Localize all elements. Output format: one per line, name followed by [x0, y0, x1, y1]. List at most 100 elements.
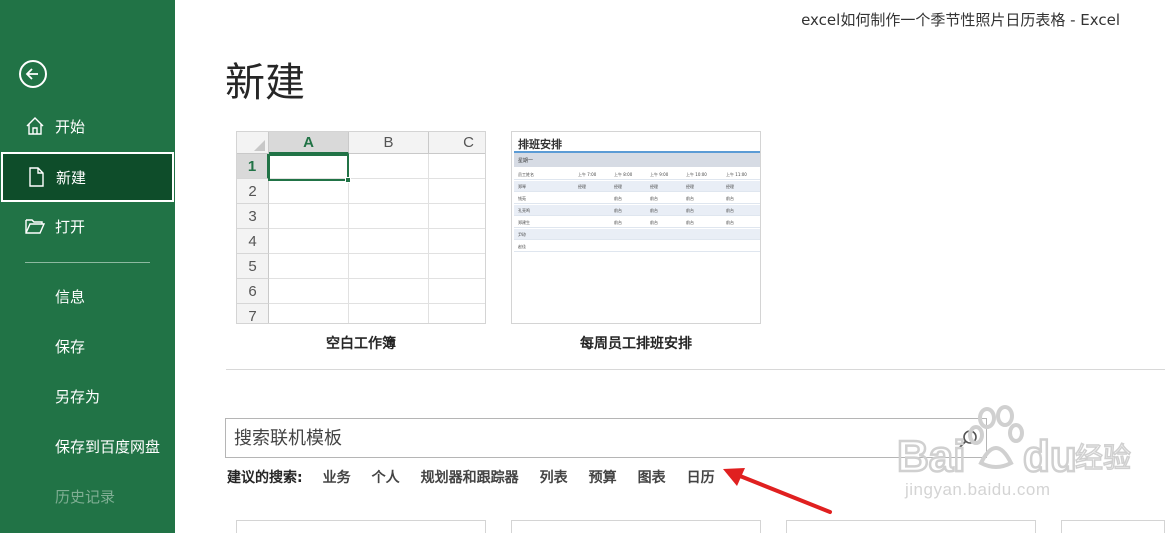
grid-cell [429, 304, 485, 323]
search-icon [959, 430, 977, 448]
suggested-searches-label: 建议的搜索: [227, 470, 303, 486]
suggested-link-planners-trackers[interactable]: 规划器和跟踪器 [421, 467, 519, 487]
schedule-preview-row: 孔亮鸣 前台 前台 前台 前台 [514, 205, 760, 216]
active-cell [268, 154, 349, 181]
sidebar-item-open[interactable]: 打开 [0, 201, 175, 251]
grid-cell [269, 229, 349, 254]
template-tile[interactable] [236, 520, 486, 533]
sidebar-item-label: 保存到百度网盘 [55, 437, 161, 456]
sidebar-item-save-to-baidu-netdisk[interactable]: 保存到百度网盘 [0, 421, 175, 471]
excel-backstage-view: 开始 新建 打开 信息 保存 另存为 保存到百度网盘 历史记录 excel如何制… [0, 0, 1165, 533]
template-caption[interactable]: 空白工作簿 [236, 333, 486, 353]
sidebar-item-label: 历史记录 [55, 487, 116, 506]
open-folder-icon [25, 219, 46, 234]
grid-cell [269, 304, 349, 323]
schedule-preview-cell: 上午 7:00 [578, 172, 597, 177]
schedule-preview-cell: 郑琴 [518, 184, 526, 189]
sidebar-item-label: 开始 [55, 117, 86, 136]
svg-text:du: du [1023, 432, 1077, 481]
watermark-url: jingyan.baidu.com [905, 480, 1051, 499]
schedule-preview-title: 排班安排 [518, 138, 562, 151]
grid-cell [349, 304, 429, 323]
column-header: B [349, 132, 429, 154]
back-button[interactable] [19, 60, 47, 88]
suggested-link-charts[interactable]: 图表 [638, 467, 666, 487]
fill-handle [345, 177, 351, 183]
grid-cell [429, 204, 485, 229]
grid-cell [429, 254, 485, 279]
schedule-preview-cell: 前台 [650, 220, 658, 225]
schedule-preview-cell: 经理 [650, 184, 658, 189]
schedule-preview-row: 赵佳 [514, 241, 760, 252]
grid-cell [349, 204, 429, 229]
schedule-preview-cell: 经理 [578, 184, 586, 189]
schedule-preview-cell: 上午 11:00 [726, 172, 747, 177]
schedule-preview-cell: 尹琼 [518, 232, 526, 237]
sidebar-item-history: 历史记录 [0, 471, 175, 521]
row-header: 2 [237, 179, 269, 204]
schedule-preview-cell: 郑建生 [518, 220, 530, 225]
grid-cell [269, 204, 349, 229]
suggested-link-business[interactable]: 业务 [323, 467, 351, 487]
schedule-preview-cell: 前台 [686, 208, 694, 213]
suggested-link-budgets[interactable]: 预算 [589, 467, 617, 487]
suggested-link-calendars[interactable]: 日历 [687, 467, 715, 487]
search-button[interactable] [956, 427, 980, 451]
schedule-preview-cell: 上午 10:00 [686, 172, 707, 177]
schedule-preview-cell: 前台 [726, 196, 734, 201]
schedule-preview-cell: 经理 [726, 184, 734, 189]
template-tile-blank-workbook[interactable]: A B C 1 2 3 4 5 6 7 [236, 131, 486, 324]
svg-text:经验: 经验 [1075, 441, 1131, 474]
grid-cell [349, 229, 429, 254]
suggested-searches: 建议的搜索: 业务 个人 规划器和跟踪器 列表 预算 图表 日历 [227, 467, 736, 487]
schedule-preview-header-row: 员工姓名 上午 7:00 上午 8:00 上午 9:00 上午 10:00 上午 11:0… [514, 169, 760, 180]
suggested-link-lists[interactable]: 列表 [540, 467, 568, 487]
schedule-preview-row: 郑建生 前台 前台 前台 前台 [514, 217, 760, 228]
grid-cell [269, 179, 349, 204]
schedule-preview-cell: 钱苑 [518, 196, 526, 201]
schedule-preview-row: 钱苑 前台 前台 前台 前台 [514, 193, 760, 204]
row-header: 1 [237, 154, 269, 179]
grid-cell [429, 279, 485, 304]
row-header: 3 [237, 204, 269, 229]
sidebar-item-save[interactable]: 保存 [0, 321, 175, 371]
schedule-preview-day: 星期一 [518, 158, 534, 164]
sidebar-item-new[interactable]: 新建 [1, 152, 174, 202]
template-search-input[interactable] [234, 425, 934, 451]
home-icon [26, 117, 44, 135]
suggested-link-personal[interactable]: 个人 [372, 467, 400, 487]
schedule-preview-day-band: 星期一 [514, 151, 760, 167]
schedule-preview-cell: 前台 [726, 220, 734, 225]
schedule-preview-cell: 前台 [650, 196, 658, 201]
row-header: 5 [237, 254, 269, 279]
grid-corner [237, 132, 269, 154]
schedule-preview-cell: 前台 [686, 196, 694, 201]
template-caption[interactable]: 每周员工排班安排 [511, 333, 761, 353]
template-tile-weekly-schedule[interactable]: 排班安排 星期一 员工姓名 上午 7:00 上午 8:00 上午 9:00 上午 10:… [511, 131, 761, 324]
grid-cell [349, 179, 429, 204]
sidebar-item-label: 打开 [55, 217, 86, 236]
schedule-preview-cell: 前台 [614, 220, 622, 225]
row-header: 6 [237, 279, 269, 304]
template-tile[interactable] [511, 520, 761, 533]
template-tile[interactable] [786, 520, 1036, 533]
schedule-preview-cell: 上午 9:00 [650, 172, 669, 177]
sidebar-item-info[interactable]: 信息 [0, 271, 175, 321]
grid-cell [349, 279, 429, 304]
schedule-preview-row: 尹琼 [514, 229, 760, 240]
page-title: 新建 [225, 60, 305, 106]
grid-cell [429, 154, 485, 179]
template-tile[interactable] [1061, 520, 1165, 533]
schedule-preview-cell: 前台 [650, 208, 658, 213]
sidebar-item-save-as[interactable]: 另存为 [0, 371, 175, 421]
template-search-box[interactable] [225, 418, 987, 458]
sidebar-item-label: 保存 [55, 337, 86, 356]
grid-cell [349, 154, 429, 179]
schedule-preview-cell: 经理 [686, 184, 694, 189]
schedule-preview-cell: 前台 [614, 208, 622, 213]
sidebar-item-home[interactable]: 开始 [0, 101, 175, 151]
schedule-preview-row: 郑琴 经理 经理 经理 经理 经理 [514, 181, 760, 192]
grid-cell [349, 254, 429, 279]
back-arrow-icon [25, 68, 38, 80]
sidebar-item-label: 新建 [56, 168, 87, 187]
